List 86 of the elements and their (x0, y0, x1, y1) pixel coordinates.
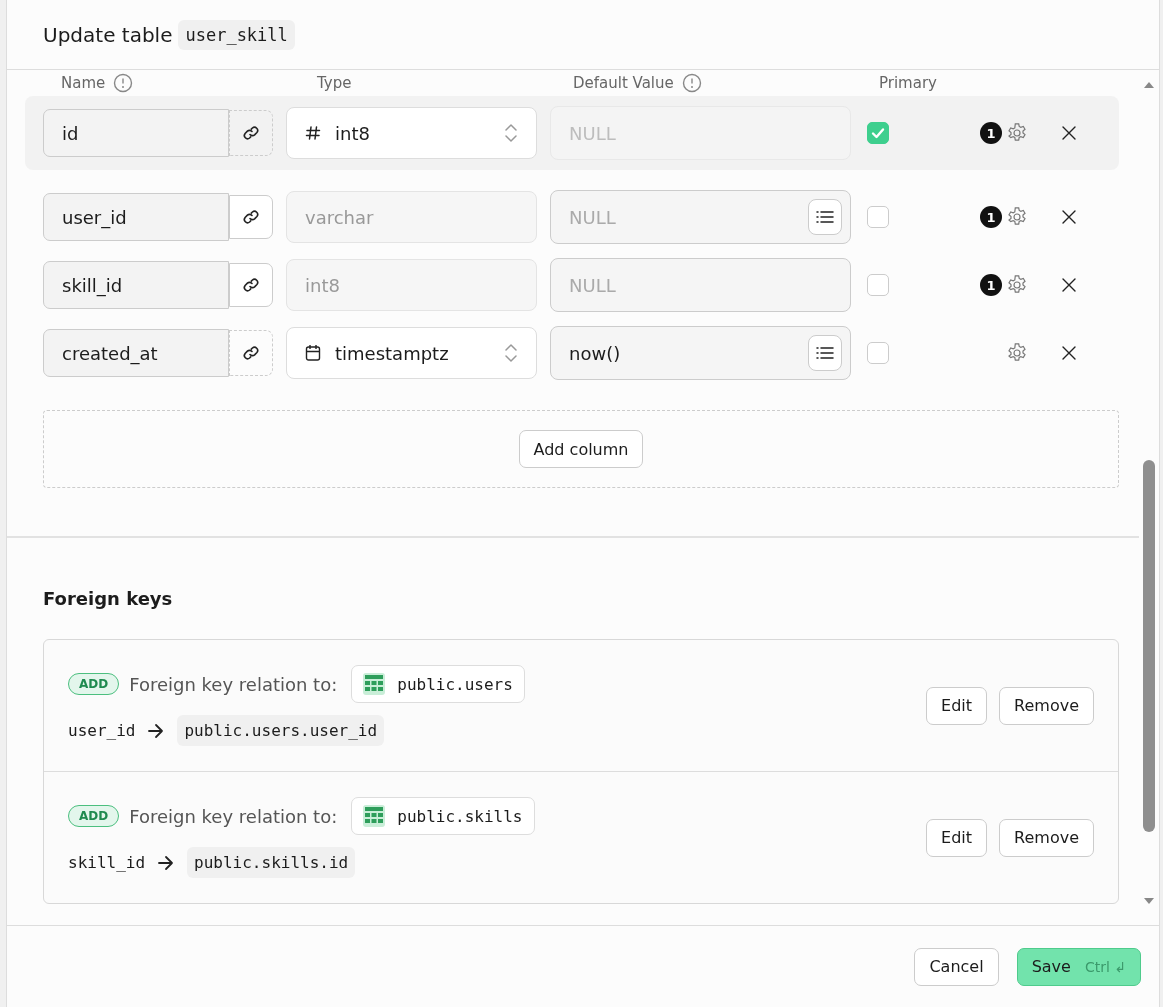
column-header: Name (61, 74, 106, 92)
link-button[interactable] (229, 110, 273, 156)
check-icon (871, 127, 885, 139)
remove-button[interactable]: Remove (999, 818, 1094, 857)
type-value: timestamptz (335, 342, 449, 364)
settings-icon (1006, 274, 1028, 296)
close-icon (1062, 278, 1076, 292)
relation-label: Foreign key relation to: (129, 673, 338, 695)
remove-column-button[interactable] (1062, 346, 1076, 360)
calendar-icon (305, 344, 321, 362)
name-field[interactable]: id (43, 109, 229, 157)
table-icon (363, 805, 386, 827)
type-value: varchar (305, 206, 374, 228)
remove-button[interactable]: Remove (999, 686, 1094, 725)
column-header: Primary (879, 74, 937, 92)
count-badge: 1 (980, 206, 1002, 228)
settings-button[interactable] (1006, 274, 1028, 296)
default-value-field[interactable]: now() (550, 326, 851, 380)
list-icon (816, 346, 834, 360)
table-icon (363, 673, 386, 695)
primary-checkbox[interactable] (867, 342, 889, 364)
remove-column-button[interactable] (1062, 210, 1076, 224)
list-icon (816, 210, 834, 224)
link-button[interactable] (229, 195, 273, 239)
remove-column-button[interactable] (1062, 126, 1076, 140)
type-value: int8 (305, 274, 340, 296)
link-icon (242, 344, 260, 362)
cancel-button[interactable]: Cancel (914, 947, 999, 986)
count-badge: 1 (980, 274, 1002, 296)
scrollbar-thumb[interactable] (1143, 460, 1155, 832)
settings-button[interactable] (1006, 206, 1028, 228)
type-value: int8 (335, 122, 370, 144)
name-field[interactable]: created_at (43, 329, 229, 377)
link-icon (242, 208, 260, 226)
table-name: public.skills (397, 806, 523, 826)
settings-icon (1006, 206, 1028, 228)
source-column: skill_id (68, 853, 146, 872)
relation-label: Foreign key relation to: (129, 805, 338, 827)
settings-button[interactable] (1006, 342, 1028, 364)
chevron-updown-icon (504, 122, 518, 144)
section-title: Foreign keys (43, 588, 174, 609)
primary-checkbox[interactable] (867, 274, 889, 296)
arrow-icon (147, 722, 166, 739)
column-header: Type (317, 74, 352, 92)
count-badge: 1 (980, 122, 1002, 144)
dialog-title: Update table (43, 22, 173, 47)
link-button[interactable] (229, 263, 273, 307)
close-icon (1062, 210, 1076, 224)
save-button[interactable]: Save Ctrl ↲ (1016, 947, 1141, 986)
suggestions-button[interactable] (808, 199, 842, 235)
primary-checkbox[interactable] (867, 206, 889, 228)
scroll-down-arrow[interactable] (1144, 898, 1154, 904)
type-select[interactable]: int8 (286, 107, 537, 159)
link-button[interactable] (229, 330, 273, 376)
settings-button[interactable] (1006, 122, 1028, 144)
status-badge: ADD (68, 673, 120, 695)
table-name: user_skill (178, 19, 295, 50)
close-icon (1062, 126, 1076, 140)
close-icon (1062, 346, 1076, 360)
link-icon (242, 124, 260, 142)
name-field[interactable]: skill_id (43, 261, 229, 309)
hash-icon (305, 125, 321, 141)
table-name: public.users (397, 674, 513, 694)
scroll-up-arrow[interactable] (1144, 82, 1154, 88)
target-column: public.users.user_id (177, 715, 385, 746)
status-badge: ADD (68, 805, 120, 827)
settings-icon (1006, 122, 1028, 144)
chevron-updown-icon (504, 342, 518, 364)
arrow-icon (157, 854, 176, 871)
placeholder-text: NULL (569, 274, 616, 296)
placeholder-text: NULL (569, 206, 616, 228)
name-field[interactable]: user_id (43, 193, 229, 241)
remove-column-button[interactable] (1062, 278, 1076, 292)
suggestions-button[interactable] (808, 335, 842, 371)
default-value: now() (569, 342, 621, 364)
column-header: Default Value (573, 74, 674, 92)
target-column: public.skills.id (187, 847, 356, 878)
edit-button[interactable]: Edit (926, 686, 988, 725)
link-icon (242, 276, 260, 294)
primary-checkbox[interactable] (867, 122, 889, 144)
type-select[interactable]: timestamptz (286, 327, 537, 379)
add-column-button[interactable]: Add column (518, 430, 644, 468)
settings-icon (1006, 342, 1028, 364)
edit-button[interactable]: Edit (926, 818, 988, 857)
source-column: user_id (68, 721, 136, 740)
shortcut-hint: Ctrl ↲ (1084, 958, 1126, 975)
